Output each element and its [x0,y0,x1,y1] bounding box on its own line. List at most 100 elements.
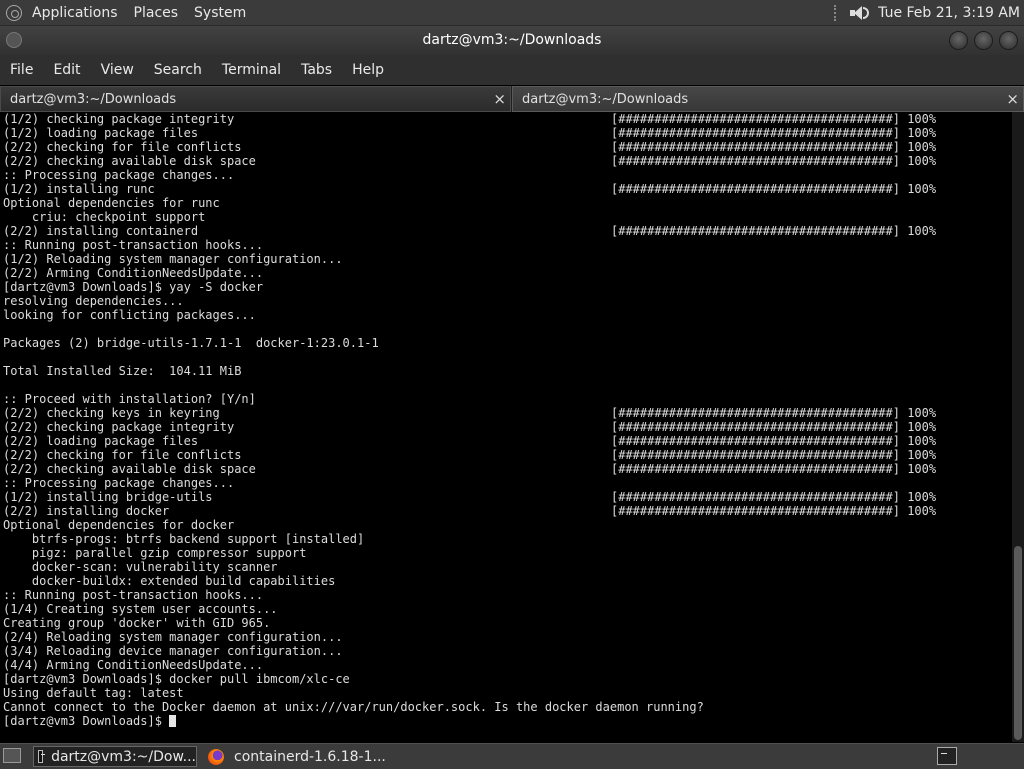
terminal-line: :: Running post-transaction hooks... [0,238,1012,252]
menu-terminal[interactable]: Terminal [212,62,291,78]
terminal-line-text: (3/4) Reloading device manager configura… [3,644,343,658]
firefox-icon [208,748,224,765]
terminal-prompt-line[interactable]: [dartz@vm3 Downloads]$ [0,714,1012,728]
taskbar-item-terminal[interactable]: dartz@vm3:~/Dow... [33,746,197,767]
terminal-line-text: Cannot connect to the Docker daemon at u… [3,700,704,714]
terminal-line: [dartz@vm3 Downloads]$ docker pull ibmco… [0,672,1012,686]
terminal-line: (1/2) checking package integrity [#######… [0,112,1012,126]
system-tray: Tue Feb 21, 3:19 AM [834,0,1020,25]
menu-tabs[interactable]: Tabs [291,62,342,78]
terminal-line-text: (2/2) checking package integrity [3,420,235,434]
progress-bar-text: [######################################]… [611,112,937,126]
menu-file[interactable]: File [0,62,43,78]
terminal-line: resolving dependencies... [0,294,1012,308]
terminal-line: (2/2) installing containerd [############… [0,224,1012,238]
terminal-line: criu: checkpoint support [0,210,1012,224]
terminal-line: (2/2) checking available disk space [####… [0,462,1012,476]
terminal-line: (1/2) loading package files [############… [0,126,1012,140]
progress-bar-text: [######################################]… [611,504,937,518]
terminal-line: [dartz@vm3 Downloads]$ yay -S docker [0,280,1012,294]
terminal-line-text: [dartz@vm3 Downloads]$ yay -S docker [3,280,264,294]
top-panel-menus: Applications Places System [6,0,262,25]
window-buttons [949,31,1018,50]
progress-bar-text: [######################################]… [611,154,937,168]
terminal-line: (2/2) checking available disk space [####… [0,154,1012,168]
terminal-line-text: (4/4) Arming ConditionNeedsUpdate... [3,658,264,672]
terminal-line: btrfs-progs: btrfs backend support [inst… [0,532,1012,546]
terminal-line: (2/2) installing docker [################… [0,504,1012,518]
terminal-line-text: :: Running post-transaction hooks... [3,588,264,602]
tab-1[interactable]: dartz@vm3:~/Downloads × [0,86,511,112]
terminal-line: (2/4) Reloading system manager configura… [0,630,1012,644]
tray-terminal-icon[interactable] [937,747,957,765]
volume-icon[interactable] [848,5,870,21]
menu-applications[interactable]: Applications [32,5,118,21]
terminal-output[interactable]: (1/2) checking package integrity [#######… [0,112,1012,742]
terminal-line-text: resolving dependencies... [3,294,184,308]
menu-places[interactable]: Places [134,5,179,21]
gnome-foot-icon[interactable] [6,4,22,21]
terminal-line: (2/2) checking for file conflicts [######… [0,140,1012,154]
show-desktop-icon[interactable] [3,748,21,763]
terminal-line: Total Installed Size: 104.11 MiB [0,364,1012,378]
scrollbar-thumb[interactable] [1014,546,1022,740]
terminal-line: (2/2) checking package integrity [#######… [0,420,1012,434]
terminal-line-text: :: Proceed with installation? [Y/n] [3,392,256,406]
terminal-line: (2/2) Arming ConditionNeedsUpdate... [0,266,1012,280]
terminal-line-text: (2/2) Arming ConditionNeedsUpdate... [3,266,264,280]
terminal-line-text: docker-buildx: extended build capabiliti… [3,574,336,588]
menu-edit[interactable]: Edit [43,62,90,78]
terminal-line-text: (2/2) checking keys in keyring [3,406,220,420]
terminal-line-text: (2/2) checking for file conflicts [3,140,242,154]
terminal-line: Optional dependencies for runc [0,196,1012,210]
terminal-line: (1/4) Creating system user accounts... [0,602,1012,616]
terminal-line: :: Processing package changes... [0,476,1012,490]
terminal-line: Packages (2) bridge-utils-1.7.1-1 docker… [0,336,1012,350]
tab-2[interactable]: dartz@vm3:~/Downloads × [512,86,1024,112]
menu-system[interactable]: System [194,5,246,21]
progress-bar-text: [######################################]… [611,406,937,420]
terminal-line-text: (2/2) loading package files [3,434,199,448]
tab-close-icon[interactable]: × [493,90,506,108]
menu-help[interactable]: Help [342,62,394,78]
minimize-button[interactable] [949,31,968,50]
menu-view[interactable]: View [91,62,144,78]
progress-bar-text: [######################################]… [611,224,937,238]
window-titlebar[interactable]: dartz@vm3:~/Downloads [0,26,1024,55]
tab-label: dartz@vm3:~/Downloads [522,92,689,107]
terminal-line-text: :: Running post-transaction hooks... [3,238,264,252]
progress-bar-text: [######################################]… [611,462,937,476]
terminal-line: (1/2) Reloading system manager configura… [0,252,1012,266]
progress-bar-text: [######################################]… [611,182,937,196]
taskbar-item-label: dartz@vm3:~/Dow... [51,748,196,765]
bottom-panel: dartz@vm3:~/Dow... containerd-1.6.18-1..… [0,743,1024,769]
progress-bar-text: [######################################]… [611,420,937,434]
terminal-line-text: (2/2) installing containerd [3,224,199,238]
terminal-line-text: [dartz@vm3 Downloads]$ docker pull ibmco… [3,672,350,686]
terminal-cursor [169,715,177,727]
terminal-scrollbar[interactable] [1012,112,1024,742]
close-window-button[interactable] [999,31,1018,50]
terminal-line-text: (2/2) checking available disk space [3,462,256,476]
taskbar-item-firefox[interactable]: containerd-1.6.18-1... [204,746,404,767]
maximize-button[interactable] [974,31,993,50]
clock[interactable]: Tue Feb 21, 3:19 AM [878,5,1020,21]
terminal-line-text: (2/2) checking available disk space [3,154,256,168]
tab-close-icon[interactable]: × [1006,90,1019,108]
terminal-line-text: Creating group 'docker' with GID 965. [3,616,271,630]
terminal-line-text: pigz: parallel gzip compressor support [3,546,307,560]
terminal-line-text: (2/4) Reloading system manager configura… [3,630,343,644]
terminal-line: Optional dependencies for docker [0,518,1012,532]
terminal-line: :: Running post-transaction hooks... [0,588,1012,602]
terminal-line-text: criu: checkpoint support [3,210,206,224]
terminal-line: docker-buildx: extended build capabiliti… [0,574,1012,588]
terminal-prompt: [dartz@vm3 Downloads]$ [3,714,170,728]
menu-search[interactable]: Search [144,62,212,78]
terminal-line-text: :: Processing package changes... [3,476,235,490]
terminal-line-text: (1/2) loading package files [3,126,199,140]
progress-bar-text: [######################################]… [611,126,937,140]
menu-bar: File Edit View Search Terminal Tabs Help [0,55,1024,85]
